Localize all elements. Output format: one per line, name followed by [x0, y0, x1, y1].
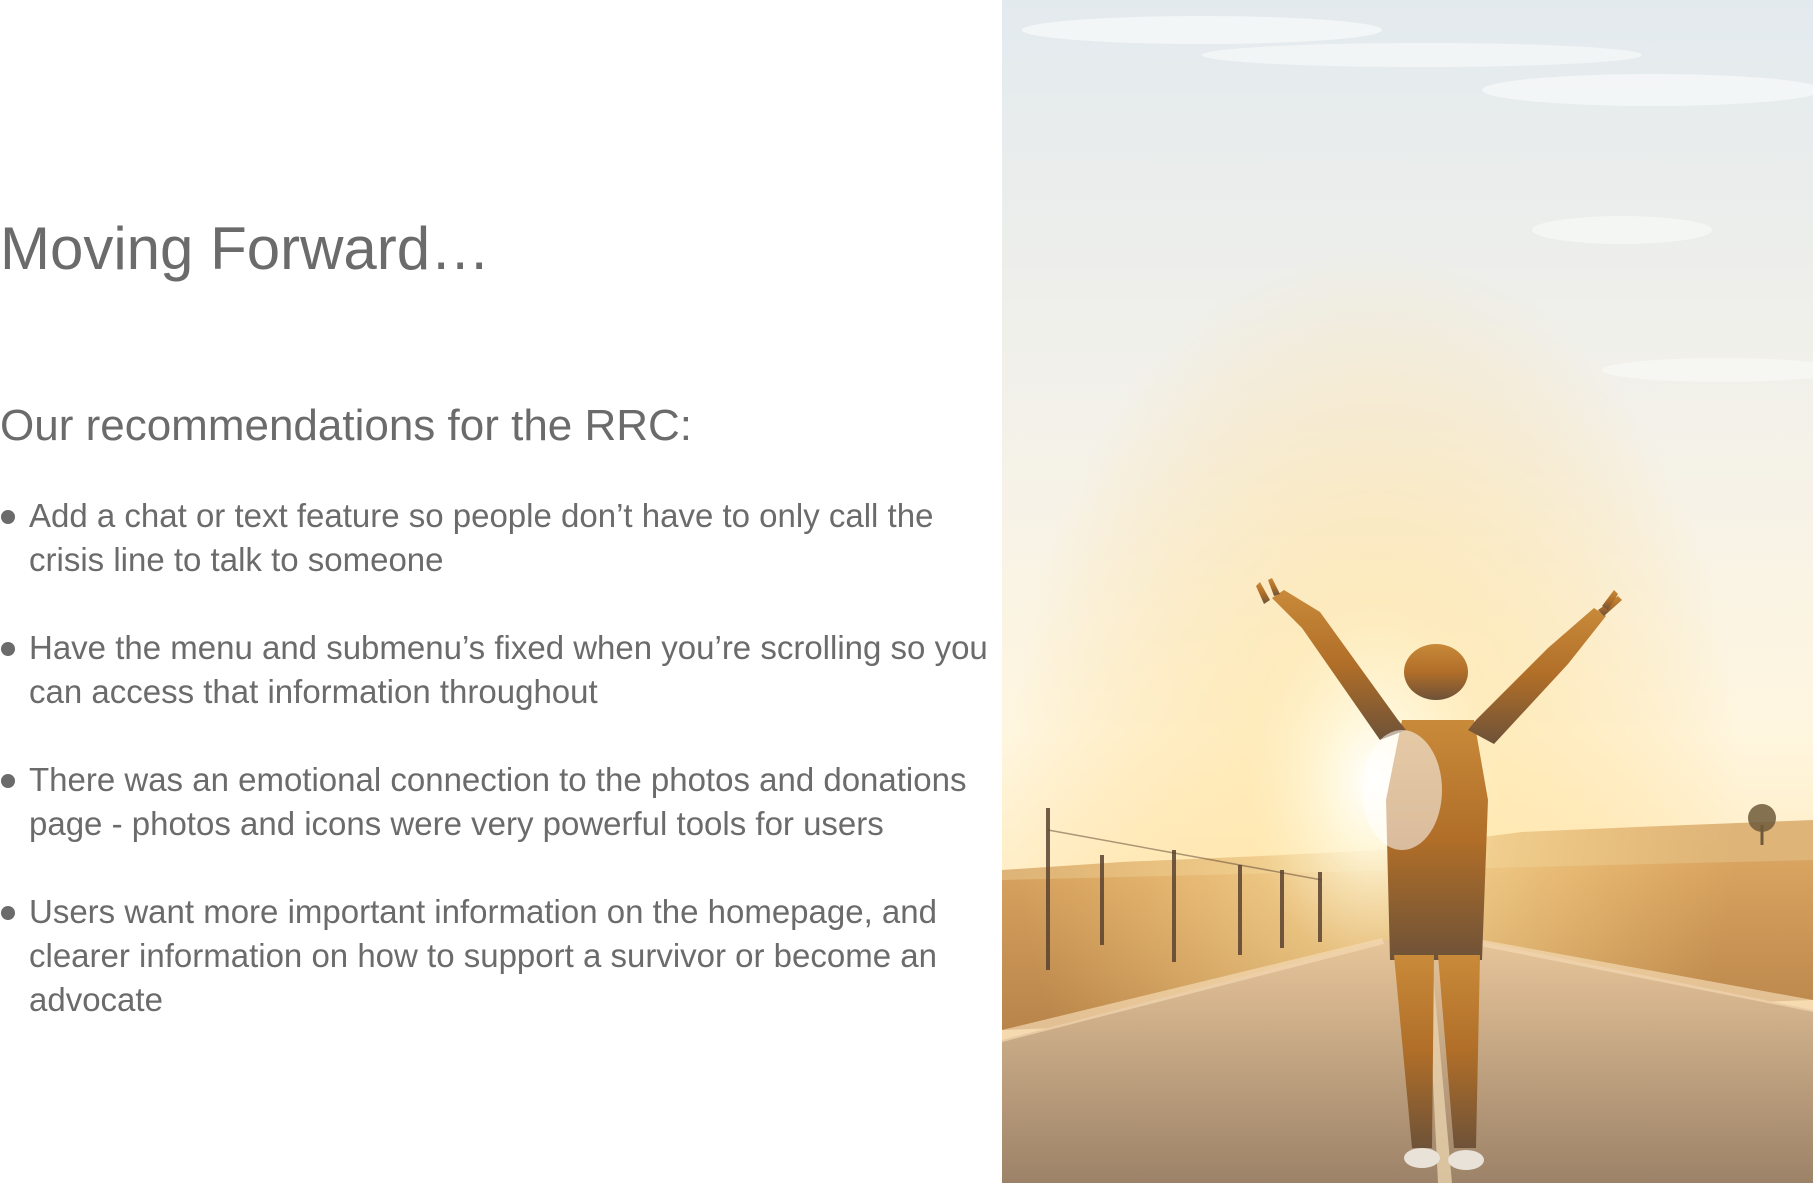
sunset-photo-illustration [1002, 0, 1813, 1183]
list-item: Have the menu and submenu’s fixed when y… [0, 626, 990, 714]
list-item-text: Add a chat or text feature so people don… [29, 497, 934, 578]
bullet-icon [1, 774, 15, 788]
slide: Moving Forward… Our recommendations for … [0, 0, 1813, 1183]
list-item: There was an emotional connection to the… [0, 758, 990, 846]
bullet-icon [1, 510, 15, 524]
bullet-icon [1, 906, 15, 920]
slide-subtitle: Our recommendations for the RRC: [0, 401, 693, 450]
recommendation-list: Add a chat or text feature so people don… [0, 494, 990, 1066]
slide-title: Moving Forward… [0, 215, 491, 282]
list-item-text: Users want more important information on… [29, 893, 937, 1018]
list-item-text: Have the menu and submenu’s fixed when y… [29, 629, 988, 710]
list-item: Users want more important information on… [0, 890, 990, 1022]
list-item: Add a chat or text feature so people don… [0, 494, 990, 582]
sunset-photo [1002, 0, 1813, 1183]
list-item-text: There was an emotional connection to the… [29, 761, 967, 842]
text-panel: Moving Forward… Our recommendations for … [0, 0, 1002, 1183]
bullet-icon [1, 642, 15, 656]
